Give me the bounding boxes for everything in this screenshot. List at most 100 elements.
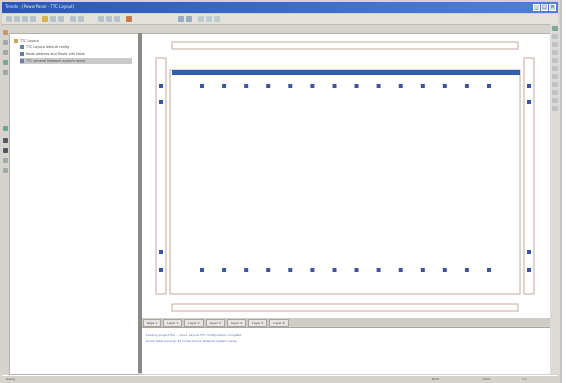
pan-icon[interactable] (552, 66, 558, 71)
tab-layer-6[interactable]: Layer 6 (269, 319, 289, 327)
rail-terminal[interactable] (527, 84, 531, 88)
tab-layer-2[interactable]: Layer 2 (184, 319, 204, 327)
zoom-out-icon[interactable] (106, 16, 112, 22)
layout-node[interactable] (354, 268, 359, 272)
layout-node[interactable] (222, 268, 227, 272)
layout-node[interactable] (398, 84, 403, 88)
rail-terminal[interactable] (527, 250, 531, 254)
fit-icon[interactable] (114, 16, 120, 22)
tree-item[interactable]: TTC Layout default config (20, 44, 69, 50)
layout-node[interactable] (376, 84, 381, 88)
layout-node[interactable] (487, 268, 491, 272)
layout-node[interactable] (332, 268, 337, 272)
status-text: Ready (6, 377, 16, 381)
route-tool-icon[interactable] (3, 126, 8, 131)
measure-tool-icon[interactable] (3, 158, 8, 163)
layout-canvas[interactable] (142, 33, 550, 319)
undo-icon[interactable] (70, 16, 76, 22)
wire-tool-icon[interactable] (3, 40, 8, 45)
print-icon[interactable] (30, 16, 36, 22)
tree-item-selected[interactable]: TTC general Network system route (20, 58, 132, 64)
mirror-icon[interactable] (552, 82, 558, 87)
layout-node[interactable] (266, 84, 271, 88)
tab-layer-1[interactable]: Layer 1 (163, 319, 183, 327)
rail-terminal[interactable] (527, 268, 531, 272)
properties-icon[interactable] (552, 106, 558, 111)
layout-node[interactable] (266, 268, 271, 272)
layout-node[interactable] (244, 268, 249, 272)
rail-terminal[interactable] (159, 268, 163, 272)
layout-node[interactable] (288, 268, 293, 272)
rail-terminal[interactable] (527, 100, 531, 104)
redo-icon[interactable] (78, 16, 84, 22)
layout-node[interactable] (200, 268, 204, 272)
layout-node[interactable] (420, 84, 425, 88)
tab-page-1[interactable]: Page 1 (143, 319, 162, 327)
layout-node[interactable] (222, 84, 227, 88)
layout-node[interactable] (288, 84, 293, 88)
layout-node[interactable] (376, 268, 381, 272)
new-icon[interactable] (6, 16, 12, 22)
text-tool-icon[interactable] (3, 70, 8, 75)
window-title: Trends - [PowerPanel - TTC Layout] (5, 4, 75, 9)
layout-node[interactable] (200, 84, 204, 88)
rail-terminal[interactable] (159, 250, 163, 254)
layout-node[interactable] (310, 84, 315, 88)
layers-icon[interactable] (552, 34, 558, 39)
group-icon[interactable] (552, 90, 558, 95)
grid-toggle-icon[interactable] (552, 42, 558, 47)
rail-terminal[interactable] (159, 84, 163, 88)
layout-node[interactable] (487, 84, 491, 88)
distribute-icon[interactable] (206, 16, 212, 22)
save-icon[interactable] (22, 16, 28, 22)
output-console[interactable]: Loading project file ... done. Layout TT… (142, 327, 550, 374)
open-icon[interactable] (14, 16, 20, 22)
bus-tool-icon[interactable] (3, 60, 8, 65)
left-rail[interactable] (155, 57, 167, 295)
paste-icon[interactable] (58, 16, 64, 22)
layout-node[interactable] (244, 84, 249, 88)
run-icon[interactable] (126, 16, 132, 22)
tree-item[interactable]: Node address and Route info table (20, 51, 85, 57)
rail-terminal[interactable] (159, 100, 163, 104)
layer-tool-icon[interactable] (3, 138, 8, 143)
tab-layer-4[interactable]: Layer 4 (226, 319, 247, 327)
power-bus-bar[interactable] (172, 70, 520, 75)
layout-node[interactable] (442, 268, 447, 272)
palette-icon[interactable] (552, 26, 558, 31)
layout-node[interactable] (442, 84, 447, 88)
maximize-button[interactable]: □ (541, 4, 548, 11)
top-border-rail[interactable] (171, 41, 519, 50)
layer-icon[interactable] (214, 16, 220, 22)
layout-node[interactable] (332, 84, 337, 88)
bottom-border-rail[interactable] (171, 303, 519, 312)
node-tool-icon[interactable] (3, 50, 8, 55)
rotate-icon[interactable] (552, 74, 558, 79)
port-tool-icon[interactable] (3, 148, 8, 153)
zoom-in-icon[interactable] (98, 16, 104, 22)
zoom-icon[interactable] (552, 58, 558, 63)
ungroup-icon[interactable] (552, 98, 558, 103)
layout-node[interactable] (398, 268, 403, 272)
snap-toggle-icon[interactable] (552, 50, 558, 55)
cut-icon[interactable] (42, 16, 48, 22)
grid-icon[interactable] (178, 16, 184, 22)
copy-icon[interactable] (50, 16, 56, 22)
snap-icon[interactable] (186, 16, 192, 22)
tree-item-label: Node address and Route info table (26, 52, 85, 56)
layout-node[interactable] (354, 84, 359, 88)
toolbar (2, 14, 558, 25)
tab-layer-3[interactable]: Layer 3 (205, 319, 225, 327)
select-tool-icon[interactable] (3, 30, 8, 35)
close-button[interactable]: × (549, 4, 556, 11)
layout-node[interactable] (420, 268, 425, 272)
right-rail[interactable] (523, 57, 535, 295)
minimize-button[interactable]: _ (533, 4, 540, 11)
layout-node[interactable] (464, 268, 469, 272)
align-icon[interactable] (198, 16, 204, 22)
layout-board[interactable] (169, 69, 521, 295)
tab-layer-5[interactable]: Layer 5 (248, 319, 268, 327)
properties-tool-icon[interactable] (3, 168, 8, 173)
layout-node[interactable] (464, 84, 469, 88)
layout-node[interactable] (310, 268, 315, 272)
